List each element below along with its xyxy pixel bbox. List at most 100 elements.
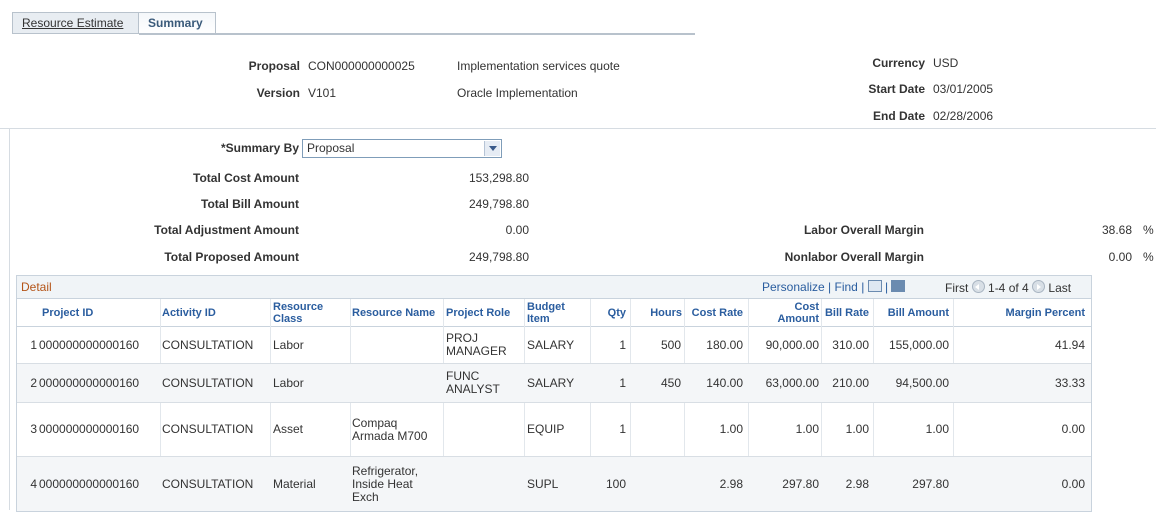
currency-value: USD [933, 56, 959, 70]
view-all-icon[interactable] [867, 280, 882, 292]
tab-divider-accent [139, 33, 695, 35]
row-number: 1 [30, 337, 37, 352]
cell-resource-name: Compaq Armada M700 [352, 415, 428, 443]
nonlabor-margin-unit: % [1143, 250, 1154, 264]
cell-project-role: FUNC ANALYST [446, 369, 500, 396]
cell-project-id: 000000000000160 [39, 476, 140, 491]
row-number: 2 [30, 375, 37, 390]
previous-icon[interactable] [971, 280, 985, 293]
cell-budget-item: EQUIP [527, 422, 565, 436]
col-bill-amount[interactable]: Bill Amount [877, 299, 949, 326]
cell-cost-amount: 1.00 [795, 422, 819, 436]
start-date-label: Start Date [868, 82, 925, 96]
detail-grid: Detail Personalize | Find | | First 1-4 … [16, 275, 1092, 512]
first-label: First [945, 281, 969, 295]
proposal-description: Implementation services quote [457, 59, 620, 73]
cell-bill-rate: 310.00 [832, 337, 869, 352]
cell-hours [632, 403, 681, 456]
col-project-role[interactable]: Project Role [446, 299, 526, 326]
col-qty[interactable]: Qty [592, 299, 626, 326]
cell-project-id: 000000000000160 [39, 375, 140, 390]
currency-label: Currency [872, 56, 925, 70]
col-hours[interactable]: Hours [632, 299, 682, 326]
cell-qty: 1 [619, 422, 626, 436]
col-margin-percent[interactable]: Margin Percent [977, 299, 1085, 326]
cell-budget-item: SALARY [527, 337, 575, 352]
tab-resource-estimate[interactable]: Resource Estimate [12, 12, 139, 34]
range-label: 1-4 of 4 [988, 281, 1029, 295]
download-icon[interactable] [891, 280, 906, 292]
cell-budget-item: SALARY [527, 375, 575, 390]
summary-by-label: *Summary By [220, 141, 299, 155]
col-project-id[interactable]: Project ID [42, 299, 152, 326]
cell-activity-id: CONSULTATION [162, 422, 254, 436]
cell-budget-item: SUPL [527, 476, 559, 491]
version-description: Oracle Implementation [457, 86, 578, 100]
table-row[interactable]: 1 000000000000160 CONSULTATION Labor PRO… [17, 327, 1091, 364]
proposal-value: CON000000000025 [308, 59, 415, 73]
grid-pager: First 1-4 of 4 Last [945, 280, 1071, 295]
cell-resource-class: Asset [273, 422, 304, 436]
next-icon[interactable] [1032, 280, 1046, 293]
summary-by-select[interactable]: Proposal [302, 139, 502, 158]
table-row[interactable]: 3 000000000000160 CONSULTATION Asset Com… [17, 403, 1091, 457]
table-row[interactable]: 2 000000000000160 CONSULTATION Labor FUN… [17, 364, 1091, 403]
section-left-border [9, 128, 10, 510]
col-activity-id[interactable]: Activity ID [162, 299, 262, 326]
total-bill-label: Total Bill Amount [201, 197, 299, 211]
grid-column-headers: Project ID Activity ID Resource Class Re… [17, 299, 1091, 327]
cell-qty: 100 [605, 476, 626, 491]
cell-cost-rate: 1.00 [719, 422, 743, 436]
cell-bill-rate: 210.00 [832, 375, 869, 390]
last-label: Last [1048, 281, 1072, 295]
cell-margin-percent: 33.33 [1054, 375, 1085, 390]
cell-bill-amount: 155,000.00 [888, 337, 949, 352]
grid-title: Detail [21, 280, 52, 294]
personalize-link[interactable]: Personalize [762, 280, 825, 294]
cell-cost-amount: 63,000.00 [765, 375, 819, 390]
separator: | [861, 280, 865, 294]
col-cost-rate[interactable]: Cost Rate [683, 299, 743, 326]
version-label: Version [256, 86, 300, 100]
cell-activity-id: CONSULTATION [162, 337, 254, 352]
col-resource-name[interactable]: Resource Name [352, 299, 444, 326]
cell-resource-name: Refrigerator, Inside Heat Exch [352, 463, 419, 504]
col-cost-amount[interactable]: Cost Amount [772, 299, 819, 326]
cell-activity-id: CONSULTATION [162, 476, 254, 491]
col-resource-class[interactable]: Resource Class [273, 299, 333, 326]
cell-resource-name [352, 327, 440, 363]
cell-hours [632, 457, 681, 511]
cell-bill-amount: 94,500.00 [895, 375, 949, 390]
cell-margin-percent: 0.00 [1061, 476, 1085, 491]
labor-margin-label: Labor Overall Margin [803, 223, 924, 237]
cell-project-role [446, 457, 516, 511]
row-number: 3 [30, 422, 37, 436]
start-date-value: 03/01/2005 [933, 82, 994, 96]
col-bill-rate[interactable]: Bill Rate [821, 299, 869, 326]
total-proposed-label: Total Proposed Amount [164, 250, 299, 264]
total-cost-value: 153,298.80 [468, 171, 529, 185]
find-link[interactable]: Find [835, 280, 858, 294]
cell-project-role [446, 403, 516, 456]
cell-project-id: 000000000000160 [39, 422, 140, 436]
cell-hours: 500 [660, 337, 681, 352]
cell-activity-id: CONSULTATION [162, 375, 254, 390]
proposal-label: Proposal [248, 59, 300, 73]
cell-resource-class: Labor [273, 375, 304, 390]
cell-cost-amount: 90,000.00 [765, 337, 819, 352]
cell-resource-class: Labor [273, 337, 304, 352]
cell-qty: 1 [619, 375, 626, 390]
summary-by-value: Proposal [307, 141, 355, 155]
total-adjustment-value: 0.00 [505, 223, 529, 237]
cell-cost-amount: 297.80 [782, 476, 819, 491]
tab-summary[interactable]: Summary [138, 12, 216, 34]
nonlabor-margin-value: 0.00 [1108, 250, 1132, 264]
chevron-down-icon[interactable] [484, 141, 500, 156]
col-budget-item[interactable]: Budget Item [527, 299, 577, 326]
cell-cost-rate: 2.98 [719, 476, 743, 491]
cell-bill-amount: 297.80 [912, 476, 949, 491]
cell-cost-rate: 140.00 [706, 375, 743, 390]
table-row[interactable]: 4 000000000000160 CONSULTATION Material … [17, 457, 1091, 511]
labor-margin-unit: % [1143, 223, 1154, 237]
separator: | [828, 280, 832, 294]
